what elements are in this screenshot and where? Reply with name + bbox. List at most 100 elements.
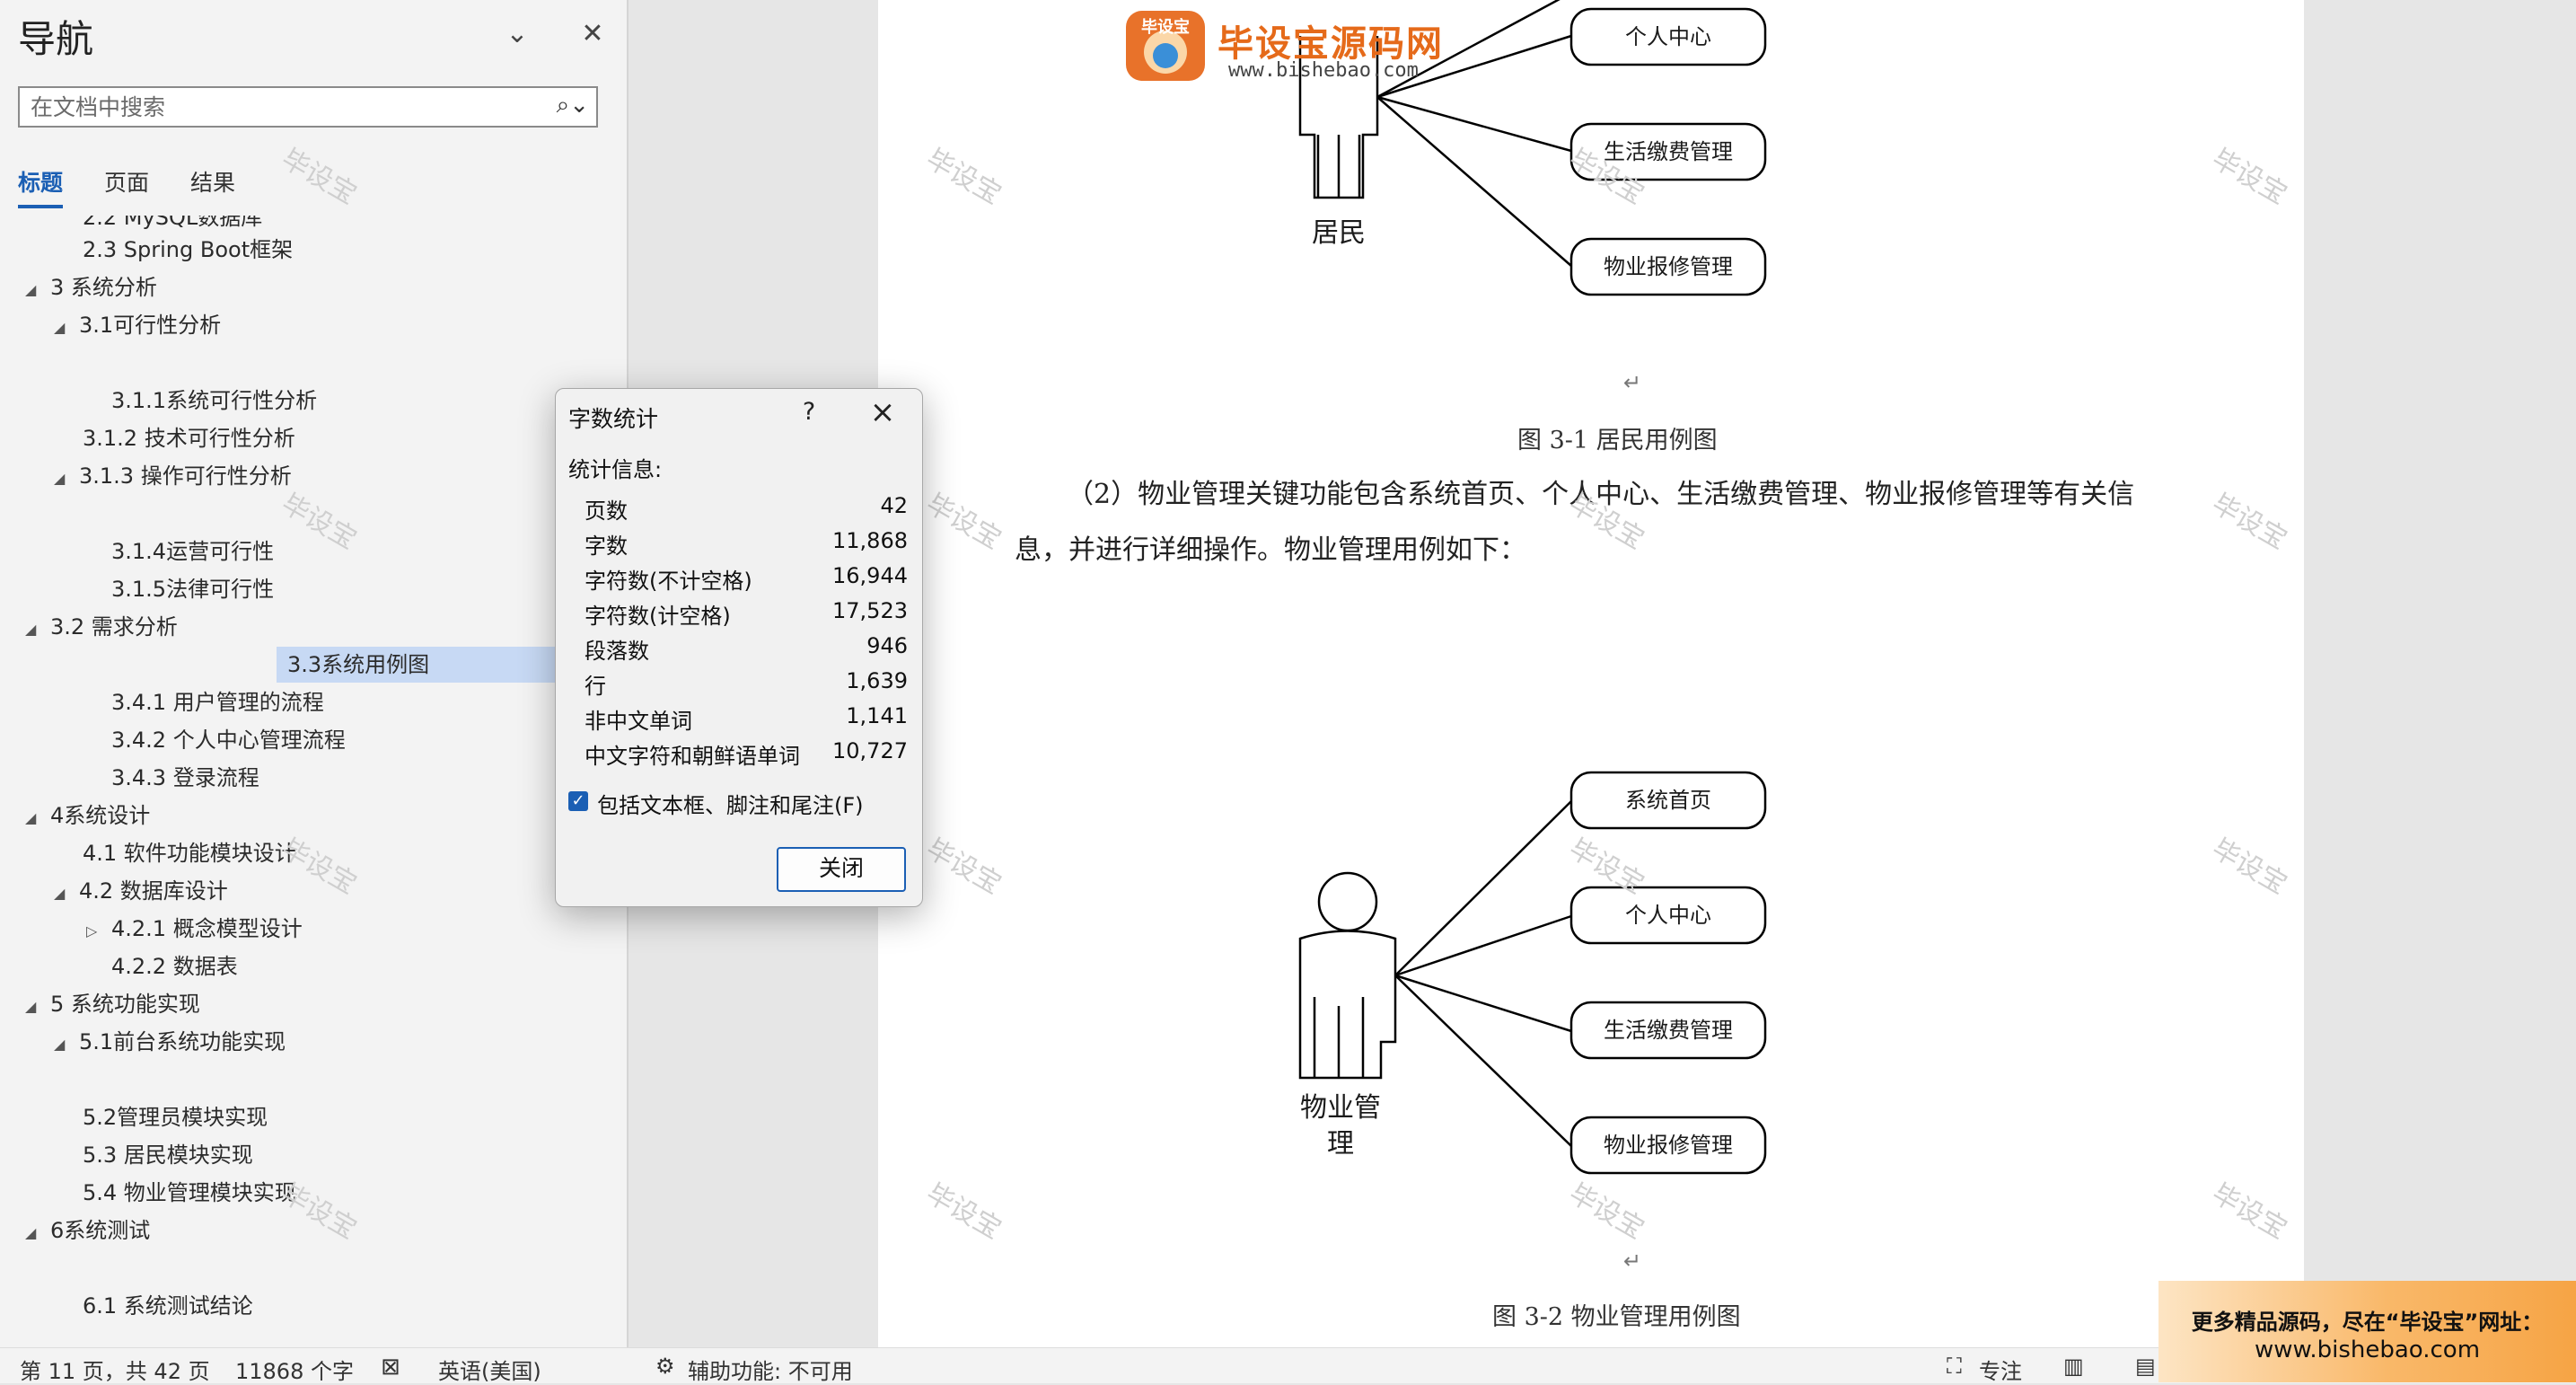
use-case-label: 生活缴费管理 — [1604, 1018, 1733, 1043]
expand-triangle-icon[interactable]: ◢ — [25, 989, 50, 1025]
expand-triangle-icon[interactable]: ◢ — [54, 1027, 79, 1063]
tab-results[interactable]: 结果 — [190, 165, 235, 198]
word-count[interactable]: 11868 个字 — [235, 1354, 354, 1385]
tree-item[interactable]: 4.2.2 数据表 — [111, 948, 238, 984]
use-case-label: 个人中心 — [1625, 903, 1711, 928]
tree-item[interactable]: 4.1 软件功能模块设计 — [83, 835, 296, 871]
expand-triangle-icon[interactable]: ◢ — [25, 612, 50, 648]
tree-item[interactable]: 3.1.1系统可行性分析 — [111, 383, 317, 419]
use-case-label: 个人中心 — [1625, 24, 1711, 49]
banner-url: www.bishebao.com — [2254, 1336, 2481, 1363]
tree-item-label: 3.4.3 登录流程 — [111, 765, 259, 790]
tree-item[interactable]: 2.3 Spring Boot框架 — [83, 232, 293, 268]
headings-tree: 2.2 MySQL数据库 2.3 Spring Boot框架 ◢ 3 系统分析 ◢… — [0, 216, 620, 1329]
include-textboxes-checkbox[interactable]: ✓ — [568, 791, 588, 811]
stat-label: 字数 — [585, 534, 628, 559]
tree-item-label: 3.1.4运营可行性 — [111, 539, 275, 564]
tab-headings[interactable]: 标题 — [18, 165, 64, 208]
watermark: 毕设宝 — [276, 143, 362, 211]
stat-value: 42 — [880, 493, 908, 518]
dialog-close-icon[interactable]: × — [863, 394, 902, 430]
stat-value: 16,944 — [832, 563, 908, 588]
tree-item[interactable]: ◢ 3.1可行性分析 — [54, 307, 221, 343]
tree-item-label: 4.2.1 概念模型设计 — [111, 916, 303, 941]
tree-item-label: 5.2管理员模块实现 — [83, 1105, 268, 1130]
tree-item-label: 4.1 软件功能模块设计 — [83, 841, 296, 866]
tree-item-selected[interactable]: 3.3系统用例图 — [277, 647, 555, 683]
accessibility-icon[interactable]: ⚙ — [655, 1354, 675, 1379]
use-case-label: 物业报修管理 — [1604, 1133, 1733, 1158]
use-case-label: 物业报修管理 — [1604, 254, 1733, 279]
close-button[interactable]: 关闭 — [777, 847, 906, 892]
nav-title: 导航 — [18, 17, 94, 61]
stat-row: 非中文单词 1,141 — [585, 703, 908, 737]
stat-value: 1,141 — [846, 703, 908, 728]
expand-triangle-icon[interactable]: ◢ — [25, 272, 50, 308]
focus-icon[interactable]: ⛶ — [1947, 1354, 1962, 1379]
close-icon[interactable]: ✕ — [575, 16, 611, 52]
tree-item[interactable]: ◢ 6系统测试 — [25, 1213, 150, 1248]
expand-triangle-icon[interactable]: ◢ — [25, 800, 50, 836]
tree-item[interactable]: 5.4 物业管理模块实现 — [83, 1175, 296, 1211]
search-icon[interactable]: ⌕⌄ — [557, 92, 589, 119]
expand-triangle-icon[interactable]: ◢ — [54, 310, 79, 346]
use-case-diagram-resident — [1298, 0, 1767, 296]
tree-item[interactable]: 3.4.3 登录流程 — [111, 760, 259, 796]
tree-item[interactable]: 3.1.5法律可行性 — [111, 571, 274, 607]
tree-item-label: 3.1.5法律可行性 — [111, 577, 275, 602]
tree-item[interactable]: ◢ 4系统设计 — [25, 798, 150, 834]
tree-item[interactable]: 5.3 居民模块实现 — [83, 1137, 253, 1173]
stat-row: 段落数 946 — [585, 633, 908, 667]
tree-item-label: 3 系统分析 — [50, 275, 157, 300]
expand-triangle-icon[interactable]: ◢ — [54, 461, 79, 497]
tree-item[interactable]: 3.1.2 技术可行性分析 — [83, 420, 295, 456]
expand-triangle-icon[interactable]: ◢ — [54, 876, 79, 912]
tree-item[interactable]: ◢ 3.2 需求分析 — [25, 609, 178, 645]
tree-item[interactable]: ▷ 4.2.1 概念模型设计 — [86, 911, 303, 947]
logo-badge-text: 毕设宝 — [1141, 18, 1190, 37]
collapse-triangle-icon[interactable]: ▷ — [86, 913, 111, 949]
stats-section-label: 统计信息: — [568, 457, 663, 482]
figure-caption: 图 3-1 居民用例图 — [1517, 427, 1718, 454]
stat-row: 中文字符和朝鲜语单词 10,727 — [585, 738, 908, 772]
tree-item[interactable]: 3.4.2 个人中心管理流程 — [111, 722, 346, 758]
tree-item[interactable]: ◢ 4.2 数据库设计 — [54, 873, 228, 909]
tree-item[interactable]: ◢ 5.1前台系统功能实现 — [54, 1024, 286, 1060]
focus-mode-button[interactable]: 专注 — [1979, 1354, 2022, 1385]
tree-item[interactable]: ◢ 3.1.3 操作可行性分析 — [54, 458, 292, 494]
stat-label: 非中文单词 — [585, 709, 692, 734]
actor-label: 理 — [1327, 1128, 1354, 1160]
language-indicator[interactable]: 英语(美国) — [438, 1354, 541, 1385]
stat-row: 字符数(计空格) 17,523 — [585, 598, 908, 632]
tab-pages[interactable]: 页面 — [104, 165, 149, 198]
include-textboxes-label[interactable]: 包括文本框、脚注和尾注(F) — [597, 788, 864, 819]
stat-label: 字符数(计空格) — [585, 604, 731, 629]
figure-caption: 图 3-2 物业管理用例图 — [1492, 1303, 1741, 1331]
tree-item[interactable]: 3.4.1 用户管理的流程 — [111, 684, 324, 720]
tree-item[interactable]: 3.1.4运营可行性 — [111, 534, 274, 569]
expand-triangle-icon[interactable]: ◢ — [25, 1215, 50, 1251]
paragraph-mark: ↵ — [1623, 1248, 1642, 1274]
chevron-down-icon[interactable]: ⌄ — [499, 16, 535, 52]
tree-item[interactable]: ◢ 3 系统分析 — [25, 269, 157, 305]
nav-search-box[interactable]: ⌕⌄ — [18, 86, 598, 128]
proofing-icon[interactable]: ⊠ — [381, 1354, 400, 1381]
word-count-dialog: 字数统计 ? × 统计信息: 页数 42 字数 11,868 字符数(不计空格) 16… — [555, 388, 923, 907]
use-case-label: 系统首页 — [1625, 788, 1711, 813]
read-mode-icon[interactable]: ▥ — [2063, 1354, 2084, 1379]
search-input[interactable] — [20, 88, 535, 126]
tree-item[interactable]: ◢ 5 系统功能实现 — [25, 986, 200, 1022]
page-count[interactable]: 第 11 页，共 42 页 — [20, 1354, 210, 1385]
help-button[interactable]: ? — [791, 398, 827, 426]
accessibility-status[interactable]: 辅助功能: 不可用 — [688, 1354, 853, 1385]
actor-label: 居民 — [1312, 217, 1366, 249]
tree-item[interactable]: 6.1 系统测试结论 — [83, 1288, 253, 1324]
navigation-pane: 导航 ⌄ ✕ ⌕⌄ 标题 页面 结果 2.2 MySQL数据库 2.3 Spri… — [0, 0, 629, 1347]
tree-item-label: 2.2 MySQL数据库 — [83, 216, 263, 230]
tree-item-label: 3.1.1系统可行性分析 — [111, 388, 318, 413]
site-logo: 毕设宝 毕设宝源码网 www.bishebao.com — [1122, 5, 1464, 86]
print-layout-icon[interactable]: ▤ — [2135, 1354, 2156, 1379]
tree-item[interactable]: 5.2管理员模块实现 — [83, 1099, 268, 1135]
stat-value: 11,868 — [832, 528, 908, 553]
document-page[interactable]: 个人中心 生活缴费管理 物业报修管理 居民 ↵ 图 3-1 居民用例图 （2）物… — [878, 0, 2304, 1347]
